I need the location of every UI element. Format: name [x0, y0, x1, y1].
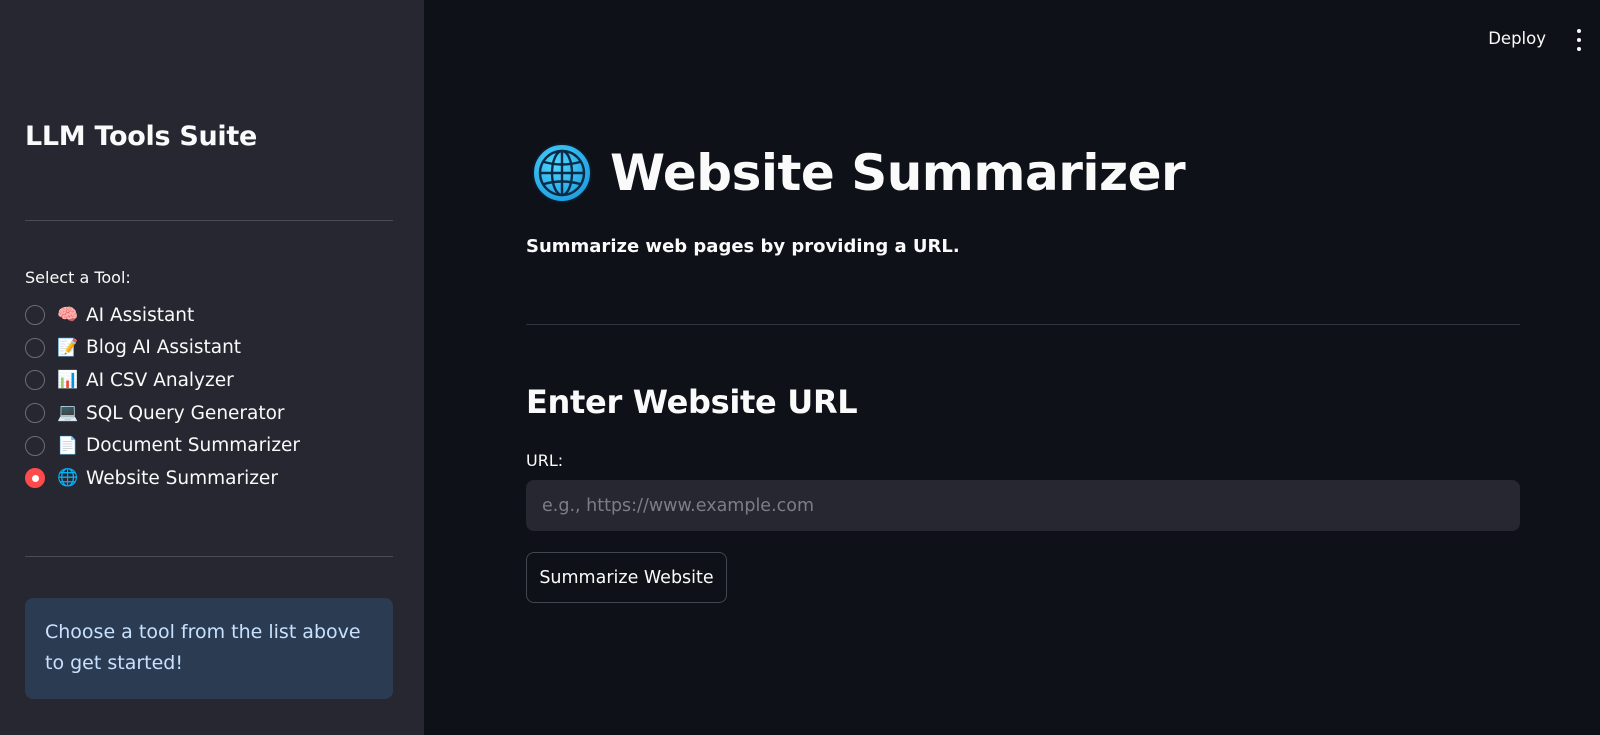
more-options-icon[interactable] — [1574, 29, 1584, 51]
globe-icon: 🌐 — [57, 468, 79, 489]
tool-option-label: AI Assistant — [86, 304, 195, 326]
page-title: Website Summarizer — [532, 143, 1186, 203]
summarize-website-button[interactable]: Summarize Website — [526, 552, 727, 603]
document-icon: 📄 — [57, 435, 79, 456]
menu-dot — [1577, 47, 1581, 51]
globe-icon — [532, 143, 592, 203]
tool-option-website-summarizer[interactable]: 🌐 Website Summarizer — [25, 462, 300, 495]
tool-option-label: Document Summarizer — [86, 435, 301, 457]
radio-button[interactable] — [25, 305, 45, 326]
tool-option-label: AI CSV Analyzer — [86, 369, 234, 391]
url-input[interactable] — [526, 480, 1520, 531]
laptop-icon: 💻 — [57, 403, 79, 424]
radio-button[interactable] — [25, 403, 45, 424]
tool-select-label: Select a Tool: — [25, 268, 131, 287]
tool-option-ai-assistant[interactable]: 🧠 AI Assistant — [25, 299, 300, 332]
sidebar-divider — [25, 220, 393, 221]
url-field-label: URL: — [526, 451, 564, 470]
page-title-text: Website Summarizer — [610, 144, 1186, 202]
tool-option-label: SQL Query Generator — [86, 402, 285, 424]
radio-button[interactable] — [25, 435, 45, 456]
menu-dot — [1577, 38, 1581, 42]
sidebar-title: LLM Tools Suite — [25, 121, 257, 152]
tool-option-label: Blog AI Assistant — [86, 337, 242, 359]
brain-icon: 🧠 — [57, 305, 79, 326]
info-message: Choose a tool from the list above to get… — [25, 598, 393, 699]
app: LLM Tools Suite Select a Tool: 🧠 AI Assi… — [0, 0, 1600, 735]
tool-option-document-summarizer[interactable]: 📄 Document Summarizer — [25, 429, 300, 462]
page-subtitle: Summarize web pages by providing a URL. — [526, 236, 960, 257]
section-title: Enter Website URL — [526, 383, 858, 421]
bar-chart-icon: 📊 — [57, 370, 79, 391]
sidebar: LLM Tools Suite Select a Tool: 🧠 AI Assi… — [0, 0, 424, 735]
tool-option-blog-ai-assistant[interactable]: 📝 Blog AI Assistant — [25, 332, 300, 365]
radio-button[interactable] — [25, 370, 45, 391]
tool-option-label: Website Summarizer — [86, 467, 278, 489]
tool-radio-group: 🧠 AI Assistant 📝 Blog AI Assistant 📊 AI … — [25, 299, 300, 495]
radio-button-selected[interactable] — [25, 468, 45, 489]
radio-button[interactable] — [25, 337, 45, 358]
sidebar-divider — [25, 556, 393, 557]
tool-option-ai-csv-analyzer[interactable]: 📊 AI CSV Analyzer — [25, 364, 300, 397]
main-divider — [526, 324, 1520, 325]
deploy-button[interactable]: Deploy — [1488, 29, 1546, 48]
memo-icon: 📝 — [57, 337, 79, 358]
menu-dot — [1577, 29, 1581, 33]
tool-option-sql-query-generator[interactable]: 💻 SQL Query Generator — [25, 397, 300, 430]
